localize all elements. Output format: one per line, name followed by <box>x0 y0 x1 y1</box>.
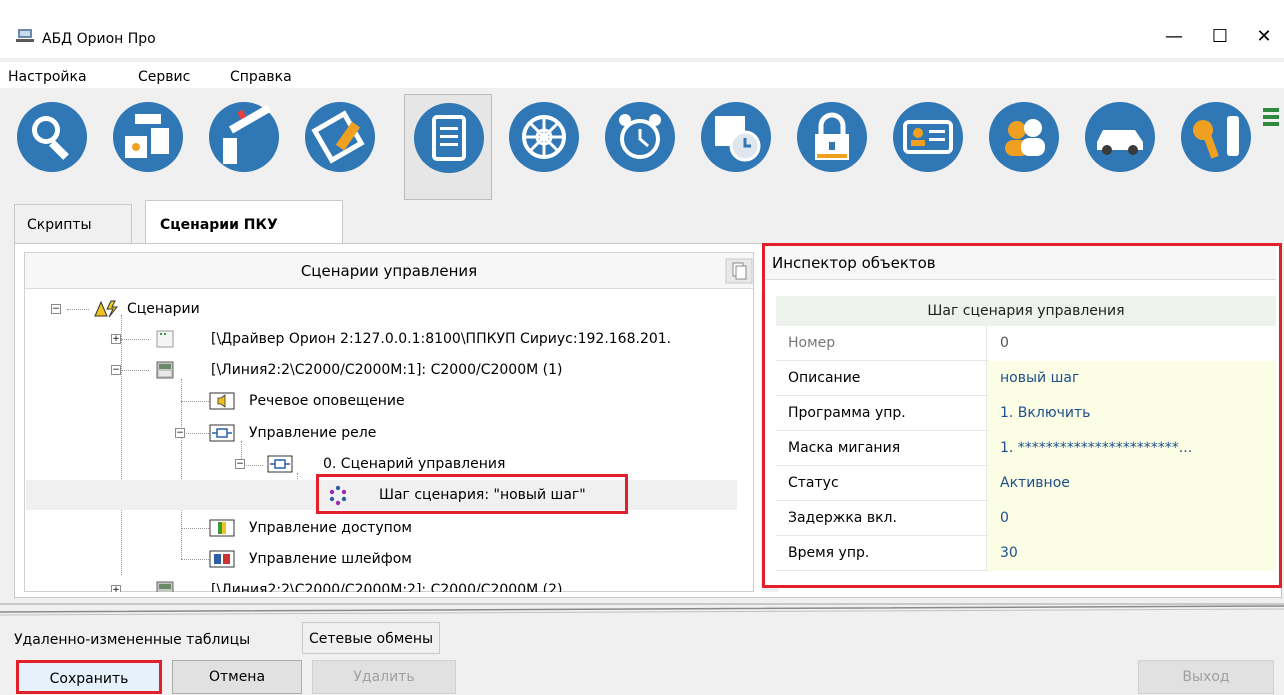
tree-panel-header: Сценарии управления <box>25 253 753 289</box>
tab-pku-scenarios[interactable]: Сценарии ПКУ <box>145 200 343 244</box>
toolbar-schedule-button[interactable] <box>692 94 780 200</box>
tree-item-relay[interactable]: − Управление реле <box>47 418 747 448</box>
toolbar-list-icon[interactable] <box>1262 106 1280 130</box>
relay-icon <box>267 455 293 473</box>
toolbar-search-button[interactable] <box>8 94 96 200</box>
search-icon <box>17 102 87 172</box>
tree-item-label: Сценарии <box>127 301 200 317</box>
tree-item-label: Управление доступом <box>249 520 412 536</box>
tree-item-line2[interactable]: + [\Линия2:2\С2000/С2000М:2]: С2000/С200… <box>47 575 737 592</box>
toolbar-barrier-button[interactable] <box>200 94 288 200</box>
tree-item-label: Управление реле <box>249 425 377 441</box>
toolbar-alarm-button[interactable] <box>596 94 684 200</box>
menu-bar: Настройка Сервис Справка <box>0 62 1284 88</box>
delete-button[interactable]: Удалить <box>312 660 456 694</box>
save-button[interactable]: Сохранить <box>16 660 162 694</box>
devices-icon <box>113 102 183 172</box>
tree-panel-title: Сценарии управления <box>300 262 478 280</box>
controller-icon <box>156 361 174 379</box>
document-icon <box>414 103 484 173</box>
id-card-icon <box>893 102 963 172</box>
toolbar-users-button[interactable] <box>980 94 1068 200</box>
key-icon <box>1181 102 1251 172</box>
tree-item-label: [\Драйвер Орион 2:127.0.0.1:8100\ППКУП С… <box>211 331 672 347</box>
collapse-icon[interactable]: − <box>235 459 245 469</box>
cancel-button[interactable]: Отмена <box>172 660 302 694</box>
tree-item-label: Управление шлейфом <box>249 551 412 567</box>
toolbar-card-button[interactable] <box>884 94 972 200</box>
copy-icon[interactable] <box>725 258 753 284</box>
exit-button-label: Выход <box>1182 669 1230 685</box>
tree-clip: + [\Линия2:2\С2000/С2000М:2]: С2000/С200… <box>25 575 737 592</box>
expand-icon[interactable]: + <box>111 334 121 344</box>
maximize-button[interactable]: ☐ <box>1200 24 1240 50</box>
step-highlight-box <box>316 474 628 514</box>
collapse-icon[interactable]: − <box>175 428 185 438</box>
tab-scripts-label: Скрипты <box>27 217 92 233</box>
speaker-icon <box>209 392 235 410</box>
toolbar-car-button[interactable] <box>1076 94 1164 200</box>
car-icon <box>1085 102 1155 172</box>
toolbar-documents-button[interactable] <box>404 94 492 200</box>
exit-button[interactable]: Выход <box>1138 660 1274 694</box>
tab-pku-scenarios-label: Сценарии ПКУ <box>160 217 278 233</box>
scenarios-root-icon <box>94 300 119 318</box>
tab-remote-changed-tables[interactable]: Удаленно-измененные таблицы <box>8 624 256 656</box>
expand-icon[interactable]: + <box>111 585 121 592</box>
main-toolbar <box>0 94 1284 200</box>
wheel-icon <box>509 102 579 172</box>
controller-icon <box>156 581 174 592</box>
save-button-label: Сохранить <box>49 671 129 687</box>
menu-service[interactable]: Сервис <box>138 69 190 85</box>
tree-item-line1[interactable]: − [\Линия2:2\С2000/С2000М:1]: С2000/С200… <box>47 355 747 385</box>
loop-icon <box>209 550 235 568</box>
inspector-highlight-box <box>762 243 1282 588</box>
tab-bar: Скрипты Сценарии ПКУ <box>0 200 1284 244</box>
padlock-icon <box>797 102 867 172</box>
floor-plan-icon <box>305 102 375 172</box>
panel-splitter[interactable] <box>0 598 1284 620</box>
toolbar-devices-button[interactable] <box>104 94 192 200</box>
tree-item-driver[interactable]: + [\Драйвер Орион 2:127.0.0.1:8100\ППКУП… <box>47 324 747 354</box>
menu-help[interactable]: Справка <box>230 69 292 85</box>
collapse-icon[interactable]: − <box>111 365 121 375</box>
scenarios-tree-panel: Сценарии управления − Сценарии + [\Драйв… <box>24 252 779 592</box>
toolbar-floorplan-button[interactable] <box>296 94 384 200</box>
window-title: АБД Орион Про <box>42 31 156 47</box>
tree-item-loop[interactable]: Управление шлейфом <box>47 544 747 574</box>
collapse-icon[interactable]: − <box>51 304 61 314</box>
tab-network-exchanges[interactable]: Сетевые обмены <box>302 622 441 654</box>
tree-item-label: [\Линия2:2\С2000/С2000М:1]: С2000/С2000М… <box>211 362 563 378</box>
minimize-button[interactable]: — <box>1154 24 1194 50</box>
tree-item-label: Речевое оповещение <box>249 393 405 409</box>
tree-item-label: [\Линия2:2\С2000/С2000М:2]: С2000/С2000М… <box>211 582 563 592</box>
relay-icon <box>209 424 235 442</box>
close-button[interactable]: ✕ <box>1244 24 1284 50</box>
title-bar: АБД Орион Про — ☐ ✕ <box>0 0 1284 58</box>
delete-button-label: Удалить <box>353 669 415 685</box>
tree-item-root[interactable]: − Сценарии <box>47 294 747 324</box>
tab-scripts[interactable]: Скрипты <box>14 204 132 244</box>
bottom-tab-bar: Удаленно-измененные таблицы Сетевые обме… <box>0 620 1284 656</box>
toolbar-lock-button[interactable] <box>788 94 876 200</box>
toolbar-wheel-button[interactable] <box>500 94 588 200</box>
alarm-clock-icon <box>605 102 675 172</box>
menu-settings[interactable]: Настройка <box>8 69 87 85</box>
toolbar-key-button[interactable] <box>1172 94 1260 200</box>
users-icon <box>989 102 1059 172</box>
barrier-icon <box>209 102 279 172</box>
device-icon <box>156 330 174 348</box>
cancel-button-label: Отмена <box>208 669 266 685</box>
tree-item-voice[interactable]: Речевое оповещение <box>47 386 747 416</box>
action-button-bar: Сохранить Отмена Удалить Выход <box>0 656 1284 695</box>
tree-item-access[interactable]: Управление доступом <box>47 513 747 543</box>
door-icon <box>209 519 235 537</box>
app-icon <box>16 29 34 42</box>
schedule-icon <box>701 102 771 172</box>
